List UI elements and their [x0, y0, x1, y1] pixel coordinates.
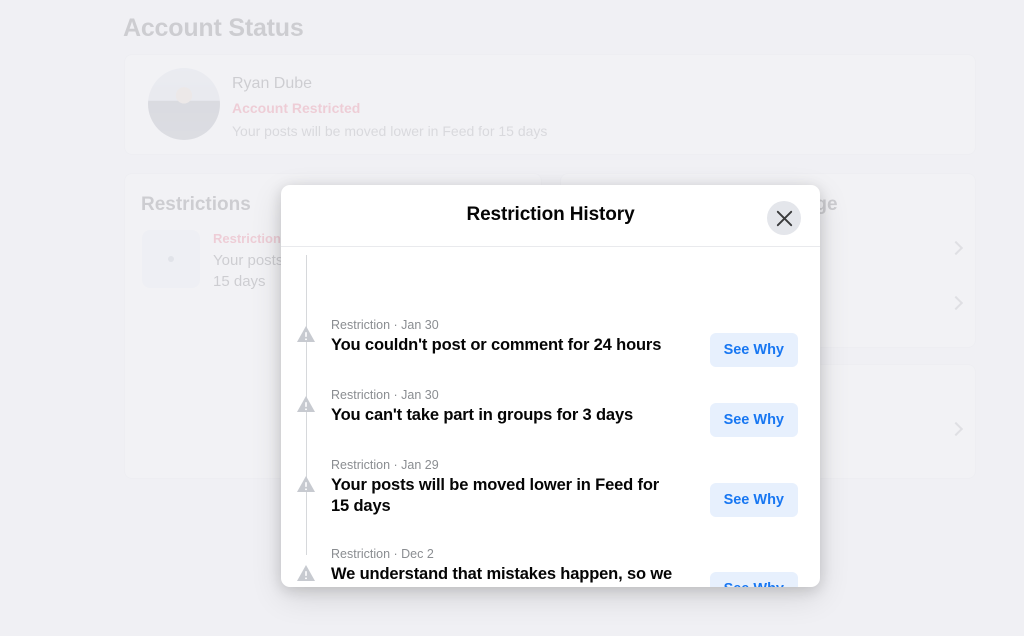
chevron-right-icon: [949, 241, 963, 255]
restriction-kicker: Restriction: [213, 231, 281, 246]
history-entry-meta: Restriction · Jan 30: [331, 387, 681, 403]
history-entry-headline: Your posts will be moved lower in Feed f…: [331, 475, 681, 517]
restriction-history-dialog: Restriction History: [281, 185, 820, 587]
avatar: [148, 68, 220, 140]
page-title: Account Status: [123, 14, 304, 43]
restriction-thumbnail: [142, 230, 200, 288]
close-icon: [776, 210, 793, 227]
warning-triangle-icon: [296, 474, 316, 494]
see-why-button[interactable]: See Why: [710, 572, 798, 587]
status-description: Your posts will be moved lower in Feed f…: [232, 123, 547, 139]
history-entry-headline: You can't take part in groups for 3 days: [331, 405, 681, 426]
history-entry-text: Restriction · Jan 30 You couldn't post o…: [331, 317, 681, 356]
restrictions-heading: Restrictions: [141, 194, 251, 216]
history-entry-text: Restriction · Jan 29 Your posts will be …: [331, 457, 681, 517]
account-name: Ryan Dube: [232, 75, 312, 93]
see-why-button[interactable]: See Why: [710, 333, 798, 367]
history-entry-meta: Restriction · Jan 29: [331, 457, 681, 473]
history-entry: Restriction · Dec 2 We understand that m…: [281, 546, 820, 587]
warning-triangle-icon: [296, 563, 316, 583]
dialog-body: Restriction · Jan 30 You couldn't post o…: [281, 247, 820, 587]
history-entry: Restriction · Jan 30 You can't take part…: [281, 387, 820, 457]
dialog-title: Restriction History: [281, 204, 820, 226]
history-entry-meta: Restriction · Dec 2: [331, 546, 681, 562]
history-entry-meta: Restriction · Jan 30: [331, 317, 681, 333]
history-entry: Restriction · Jan 30 You couldn't post o…: [281, 317, 820, 387]
history-entry-text: Restriction · Dec 2 We understand that m…: [331, 546, 681, 587]
see-why-button[interactable]: See Why: [710, 483, 798, 517]
close-button[interactable]: [767, 201, 801, 235]
status-badge: Account Restricted: [232, 100, 360, 116]
history-entry-headline: We understand that mistakes happen, so w…: [331, 564, 681, 587]
warning-triangle-icon: [296, 394, 316, 414]
history-entry-headline: You couldn't post or comment for 24 hour…: [331, 335, 681, 356]
history-entry-text: Restriction · Jan 30 You can't take part…: [331, 387, 681, 426]
warning-triangle-icon: [296, 324, 316, 344]
chevron-right-icon: [949, 422, 963, 436]
screen-root: Account Status Ryan Dube Account Restric…: [0, 0, 1024, 636]
chevron-right-icon: [949, 296, 963, 310]
see-why-button[interactable]: See Why: [710, 403, 798, 437]
account-status-card: Ryan Dube Account Restricted Your posts …: [124, 54, 976, 155]
history-entry: Restriction · Jan 29 Your posts will be …: [281, 457, 820, 527]
dialog-header: Restriction History: [281, 185, 820, 247]
